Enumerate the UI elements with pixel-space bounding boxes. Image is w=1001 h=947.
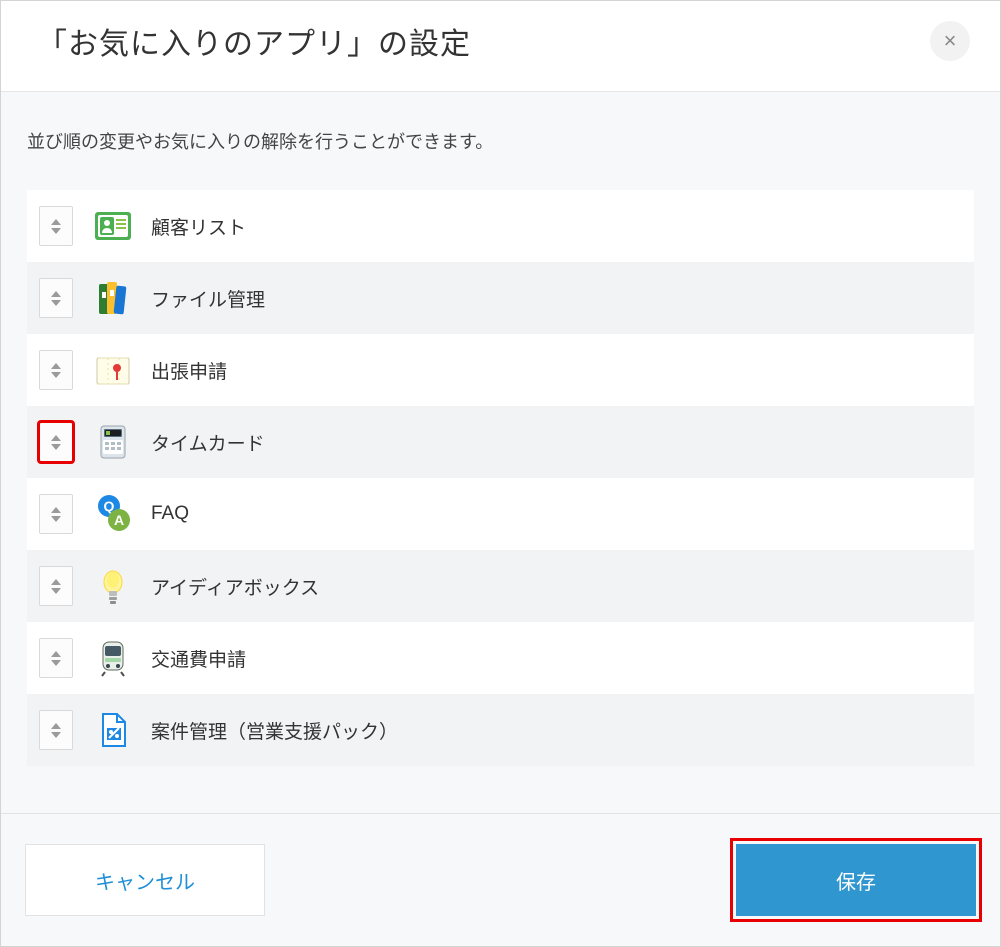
sort-down-icon [51,516,61,522]
drag-handle[interactable] [39,350,73,390]
close-button[interactable]: × [930,21,970,61]
app-row: 案件管理（営業支援パック） [27,694,974,766]
cancel-label: キャンセル [95,866,195,895]
app-row: 出張申請 [27,334,974,406]
sort-down-icon [51,300,61,306]
app-row: 交通費申請 [27,622,974,694]
sort-down-icon [51,372,61,378]
app-row: QA FAQ [27,478,974,550]
drag-handle[interactable] [39,566,73,606]
sort-down-icon [51,444,61,450]
app-row: アイディアボックス [27,550,974,622]
contacts-icon [91,204,135,248]
timecard-icon [91,420,135,464]
app-label: ファイル管理 [151,285,265,312]
svg-text:A: A [114,512,124,528]
app-label: 顧客リスト [151,213,246,240]
save-label: 保存 [836,866,876,895]
sort-up-icon [51,507,61,513]
sort-down-icon [51,228,61,234]
close-icon: × [944,28,957,54]
dialog-title: 「お気に入りのアプリ」の設定 [37,19,471,63]
app-row: タイムカード [27,406,974,478]
sort-up-icon [51,651,61,657]
app-label: 案件管理（営業支援パック） [151,717,398,744]
project-icon [91,708,135,752]
cancel-button[interactable]: キャンセル [25,844,265,916]
sort-up-icon [51,219,61,225]
sort-down-icon [51,588,61,594]
sort-down-icon [51,732,61,738]
trip-icon [91,348,135,392]
faq-icon: QA [91,492,135,536]
drag-handle[interactable] [39,638,73,678]
drag-handle[interactable] [39,278,73,318]
sort-up-icon [51,579,61,585]
app-row: ファイル管理 [27,262,974,334]
train-icon [91,636,135,680]
dialog-header: 「お気に入りのアプリ」の設定 × [1,1,1000,92]
app-label: タイムカード [151,429,265,456]
files-icon [91,276,135,320]
drag-handle[interactable] [39,710,73,750]
app-label: 出張申請 [151,357,227,384]
sort-up-icon [51,435,61,441]
save-button[interactable]: 保存 [736,844,976,916]
app-row: 顧客リスト [27,190,974,262]
app-list: 顧客リストファイル管理出張申請タイムカード QA FAQ アイディアボックス交通費申請… [27,190,974,766]
drag-handle[interactable] [39,206,73,246]
drag-handle[interactable] [39,494,73,534]
sort-up-icon [51,363,61,369]
favorite-apps-dialog: 「お気に入りのアプリ」の設定 × 並び順の変更やお気に入りの解除を行うことができ… [0,0,1001,947]
idea-icon [91,564,135,608]
sort-up-icon [51,291,61,297]
sort-down-icon [51,660,61,666]
dialog-body: 並び順の変更やお気に入りの解除を行うことができます。 顧客リストファイル管理出張… [1,92,1000,813]
dialog-description: 並び順の変更やお気に入りの解除を行うことができます。 [27,128,974,154]
app-label: FAQ [151,503,189,525]
drag-handle[interactable] [39,422,73,462]
app-label: 交通費申請 [151,645,246,672]
dialog-footer: キャンセル 保存 [1,813,1000,946]
sort-up-icon [51,723,61,729]
app-label: アイディアボックス [151,573,319,600]
